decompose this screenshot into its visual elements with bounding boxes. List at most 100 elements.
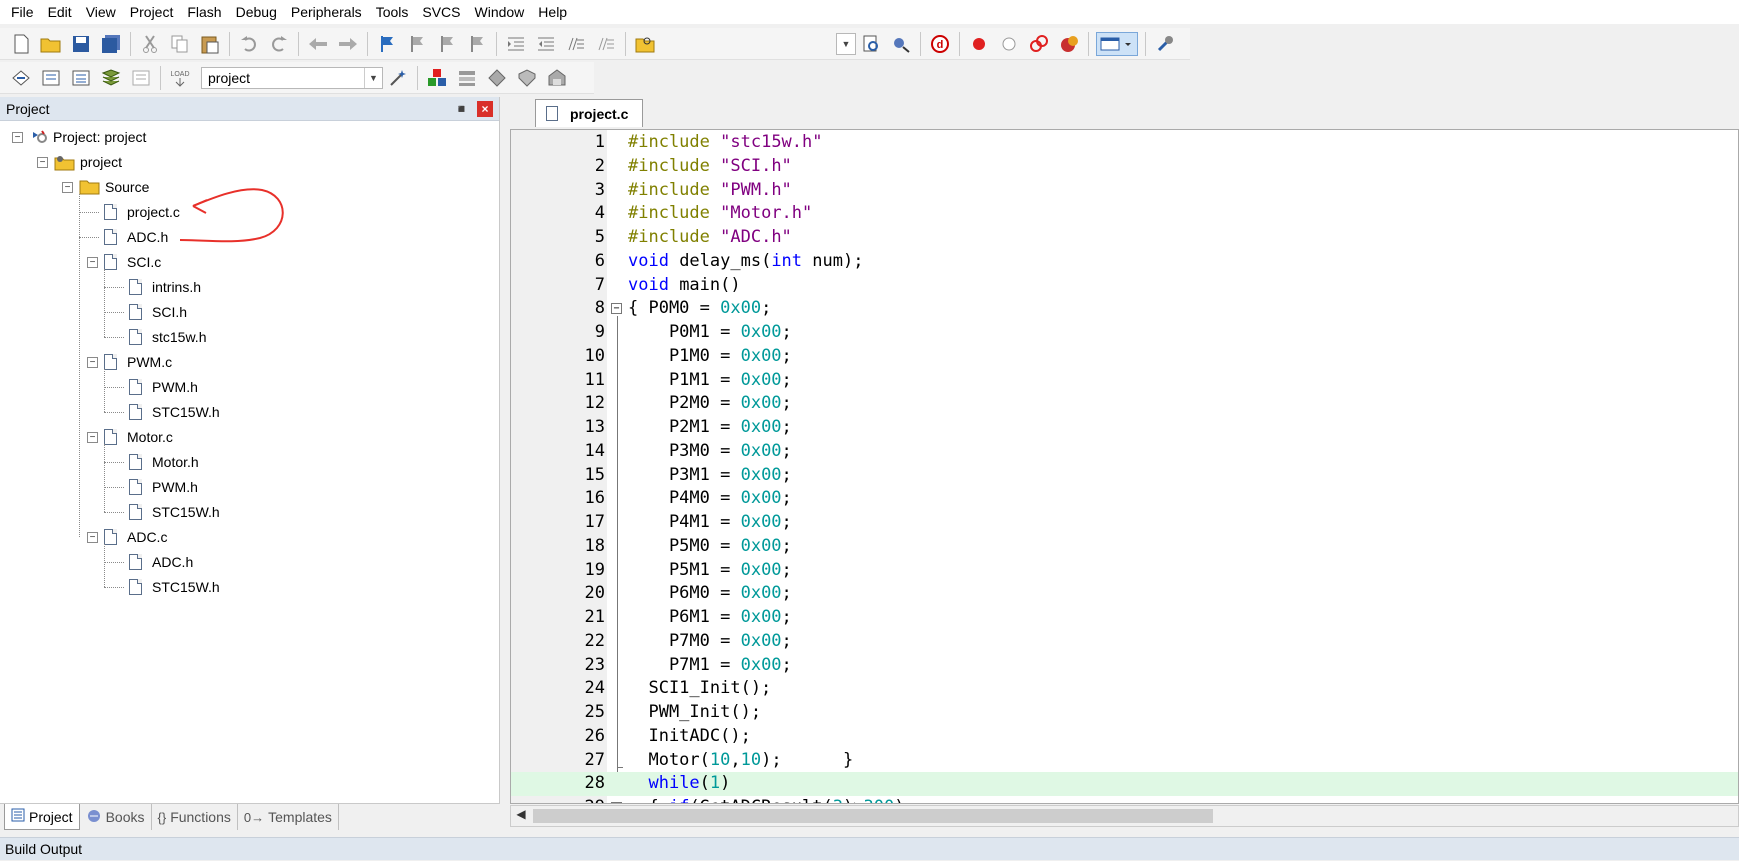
save-icon[interactable] bbox=[69, 32, 93, 56]
build-icon[interactable] bbox=[39, 66, 63, 90]
tree-connector bbox=[104, 369, 105, 412]
next-bookmark-icon[interactable] bbox=[435, 32, 459, 56]
tree-item[interactable]: PWM.c bbox=[104, 351, 172, 373]
menu-project[interactable]: Project bbox=[123, 0, 181, 24]
tab-project-c[interactable]: project.c bbox=[535, 99, 644, 127]
disable-breakpoint-icon[interactable] bbox=[997, 32, 1021, 56]
previous-bookmark-icon[interactable] bbox=[405, 32, 429, 56]
horizontal-scrollbar[interactable]: ◀ bbox=[510, 805, 1739, 827]
collapse-toggle-icon[interactable]: − bbox=[87, 432, 98, 443]
collapse-toggle-icon[interactable]: − bbox=[12, 132, 23, 143]
paste-icon[interactable] bbox=[198, 32, 222, 56]
select-packs-icon[interactable] bbox=[485, 66, 509, 90]
tree-item[interactable]: SCI.h bbox=[129, 301, 187, 323]
tree-item[interactable]: intrins.h bbox=[129, 276, 201, 298]
find-icon[interactable] bbox=[859, 32, 883, 56]
tree-item[interactable]: Motor.h bbox=[129, 451, 199, 473]
menu-view[interactable]: View bbox=[79, 0, 123, 24]
code-editor[interactable]: 1 #include "stc15w.h" 2 #include "SCI.h" 3 #i… bbox=[510, 129, 1739, 804]
breakpoint-icon[interactable] bbox=[967, 32, 991, 56]
collapse-toggle-icon[interactable]: − bbox=[87, 257, 98, 268]
kill-all-breakpoints-icon[interactable] bbox=[1057, 32, 1081, 56]
incremental-find-icon[interactable] bbox=[889, 32, 913, 56]
tree-item[interactable]: stc15w.h bbox=[129, 326, 206, 348]
code-line: 2 #include "SCI.h" bbox=[511, 155, 1738, 179]
uncomment-icon[interactable] bbox=[594, 32, 618, 56]
new-file-icon[interactable] bbox=[9, 32, 33, 56]
find-in-files-icon[interactable] bbox=[633, 32, 657, 56]
navigate-back-icon[interactable] bbox=[306, 32, 330, 56]
comment-icon[interactable] bbox=[564, 32, 588, 56]
manage-environment-icon[interactable] bbox=[455, 66, 479, 90]
save-all-icon[interactable] bbox=[99, 32, 123, 56]
manage-components-icon[interactable] bbox=[425, 66, 449, 90]
tree-item[interactable]: project bbox=[54, 151, 122, 173]
download-icon[interactable]: LOAD bbox=[168, 66, 192, 90]
scroll-left-icon[interactable]: ◀ bbox=[513, 807, 529, 825]
rebuild-icon[interactable] bbox=[69, 66, 93, 90]
tab-functions[interactable]: {} Functions bbox=[152, 804, 238, 830]
insert-bookmark-icon[interactable] bbox=[375, 32, 399, 56]
scrollbar-thumb[interactable] bbox=[533, 809, 1213, 823]
tree-item[interactable]: STC15W.h bbox=[129, 401, 220, 423]
collapse-toggle-icon[interactable]: − bbox=[87, 357, 98, 368]
menu-file[interactable]: File bbox=[4, 0, 41, 24]
copy-icon[interactable] bbox=[168, 32, 192, 56]
unindent-icon[interactable] bbox=[534, 32, 558, 56]
tree-item[interactable]: PWM.h bbox=[129, 476, 198, 498]
indent-icon[interactable] bbox=[504, 32, 528, 56]
file-icon bbox=[129, 304, 142, 320]
menu-window[interactable]: Window bbox=[468, 0, 532, 24]
translate-icon[interactable] bbox=[9, 66, 33, 90]
tab-books[interactable]: Books bbox=[80, 804, 152, 830]
tree-item[interactable]: PWM.h bbox=[129, 376, 198, 398]
fold-toggle-icon[interactable]: − bbox=[611, 303, 622, 315]
tree-item[interactable]: ADC.h bbox=[129, 551, 193, 573]
tree-item[interactable]: STC15W.h bbox=[129, 576, 220, 598]
target-select[interactable]: project ▼ bbox=[201, 66, 383, 89]
code-line: 24 SCI1_Init(); bbox=[511, 677, 1738, 701]
find-combo[interactable]: ▼ bbox=[836, 33, 856, 55]
stop-build-icon[interactable] bbox=[129, 66, 153, 90]
disable-all-breakpoints-icon[interactable] bbox=[1027, 32, 1051, 56]
batch-build-icon[interactable] bbox=[99, 66, 123, 90]
clear-bookmarks-icon[interactable] bbox=[465, 32, 489, 56]
tree-item[interactable]: Motor.c bbox=[104, 426, 173, 448]
cut-icon[interactable] bbox=[138, 32, 162, 56]
collapse-toggle-icon[interactable]: − bbox=[37, 157, 48, 168]
file-icon bbox=[129, 279, 142, 295]
pin-icon[interactable]: ◾ bbox=[454, 102, 469, 116]
undo-icon[interactable] bbox=[237, 32, 261, 56]
window-layout-icon[interactable] bbox=[1096, 32, 1138, 56]
tree-item[interactable]: SCI.c bbox=[104, 251, 161, 273]
menu-flash[interactable]: Flash bbox=[180, 0, 228, 24]
tree-item[interactable]: Source bbox=[79, 176, 149, 198]
fold-toggle-icon[interactable]: − bbox=[611, 802, 622, 803]
code-text: P1M1 = 0x00; bbox=[628, 369, 792, 390]
pack-installer-icon[interactable] bbox=[515, 66, 539, 90]
open-file-icon[interactable] bbox=[39, 32, 63, 56]
target-options-icon[interactable] bbox=[386, 66, 410, 90]
tab-project[interactable]: Project bbox=[4, 804, 80, 830]
software-packs-icon[interactable] bbox=[545, 66, 569, 90]
debug-session-icon[interactable]: d bbox=[928, 32, 952, 56]
menu-edit[interactable]: Edit bbox=[41, 0, 79, 24]
redo-icon[interactable] bbox=[267, 32, 291, 56]
configure-icon[interactable] bbox=[1153, 32, 1177, 56]
tree-item[interactable]: STC15W.h bbox=[129, 501, 220, 523]
tree-item[interactable]: Project: project bbox=[29, 126, 146, 148]
tree-item[interactable]: ADC.h bbox=[104, 226, 168, 248]
file-icon bbox=[129, 479, 142, 495]
close-icon[interactable]: × bbox=[477, 100, 493, 117]
collapse-toggle-icon[interactable]: − bbox=[62, 182, 73, 193]
menu-peripherals[interactable]: Peripherals bbox=[284, 0, 369, 24]
menu-svcs[interactable]: SVCS bbox=[415, 0, 467, 24]
collapse-toggle-icon[interactable]: − bbox=[87, 532, 98, 543]
menu-debug[interactable]: Debug bbox=[229, 0, 284, 24]
tree-item[interactable]: project.c bbox=[104, 201, 180, 223]
tree-item[interactable]: ADC.c bbox=[104, 526, 167, 548]
navigate-forward-icon[interactable] bbox=[336, 32, 360, 56]
tab-templates[interactable]: 0→ Templates bbox=[238, 804, 339, 830]
menu-help[interactable]: Help bbox=[531, 0, 574, 24]
menu-tools[interactable]: Tools bbox=[369, 0, 416, 24]
